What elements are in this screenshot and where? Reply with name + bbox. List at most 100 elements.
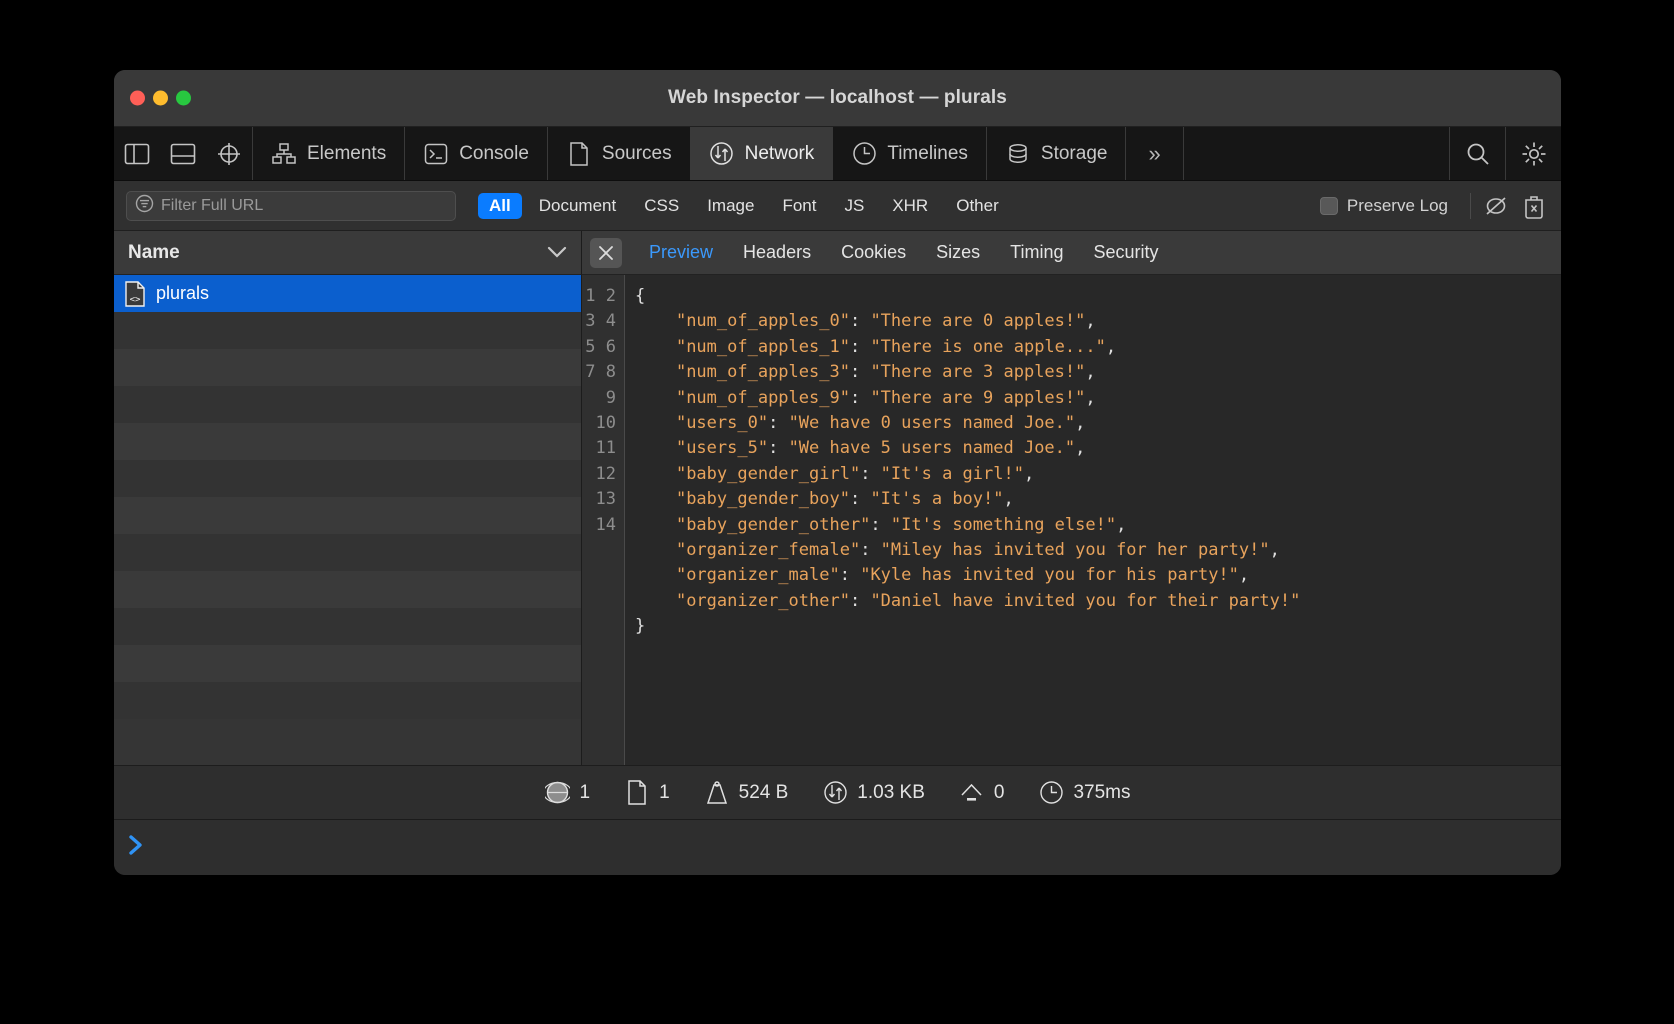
sidebar-column-header[interactable]: Name bbox=[114, 231, 581, 275]
tabbar-right-buttons bbox=[1449, 127, 1561, 180]
filter-type-image[interactable]: Image bbox=[696, 193, 765, 219]
tab-overflow-button[interactable]: » bbox=[1126, 127, 1183, 180]
list-item-empty bbox=[114, 534, 581, 571]
stat-value: 0 bbox=[994, 782, 1005, 804]
stat-value: 524 B bbox=[739, 782, 789, 804]
list-item-empty bbox=[114, 497, 581, 534]
transfer-icon bbox=[822, 780, 848, 806]
code-line: { bbox=[635, 284, 1561, 309]
close-icon[interactable] bbox=[590, 238, 622, 268]
code-line: "num_of_apples_3": "There are 3 apples!"… bbox=[635, 360, 1561, 385]
tab-label-sources: Sources bbox=[602, 143, 672, 165]
detail-tabbar: Preview Headers Cookies Sizes Timing Sec… bbox=[582, 231, 1561, 275]
titlebar: Web Inspector — localhost — plurals bbox=[114, 70, 1561, 127]
main-split-view: Name <> plurals bbox=[114, 231, 1561, 765]
code-line: "num_of_apples_9": "There are 9 apples!"… bbox=[635, 386, 1561, 411]
resources-sidebar: Name <> plurals bbox=[114, 231, 582, 765]
console-icon bbox=[423, 141, 449, 167]
clear-network-items-icon[interactable] bbox=[1519, 193, 1549, 219]
code-line: "organizer_male": "Kyle has invited you … bbox=[635, 563, 1561, 588]
stat-resource-count: 1 bbox=[544, 780, 590, 806]
filter-type-document[interactable]: Document bbox=[528, 193, 627, 219]
code-line: } bbox=[635, 614, 1561, 639]
code-viewer[interactable]: 1 2 3 4 5 6 7 8 9 10 11 12 13 14 { "num_… bbox=[582, 275, 1561, 765]
sidebar-column-header-label: Name bbox=[128, 242, 180, 264]
filter-type-all[interactable]: All bbox=[478, 193, 522, 219]
list-item-empty bbox=[114, 349, 581, 386]
tab-security[interactable]: Security bbox=[1078, 242, 1173, 263]
network-filter-bar: All Document CSS Image Font JS XHR Other… bbox=[114, 181, 1561, 231]
layout-buttons-group bbox=[114, 127, 253, 180]
list-item-empty bbox=[114, 608, 581, 645]
tab-elements[interactable]: Elements bbox=[253, 127, 405, 180]
filter-type-css[interactable]: CSS bbox=[633, 193, 690, 219]
document-icon bbox=[624, 780, 650, 806]
tab-storage[interactable]: Storage bbox=[987, 127, 1127, 180]
tab-cookies[interactable]: Cookies bbox=[826, 242, 921, 263]
dock-bottom-icon[interactable] bbox=[160, 127, 206, 180]
code-line: "users_5": "We have 5 users named Joe.", bbox=[635, 436, 1561, 461]
tab-timelines[interactable]: Timelines bbox=[833, 127, 987, 180]
stat-transfer-size: 1.03 KB bbox=[822, 780, 925, 806]
filter-type-xhr[interactable]: XHR bbox=[881, 193, 939, 219]
clock-icon bbox=[851, 141, 877, 167]
list-item-empty bbox=[114, 312, 581, 349]
filter-type-js[interactable]: JS bbox=[833, 193, 875, 219]
tab-label-storage: Storage bbox=[1041, 143, 1108, 165]
list-item-label: plurals bbox=[156, 283, 209, 304]
code-line: "organizer_female": "Miley has invited y… bbox=[635, 538, 1561, 563]
svg-text:<>: <> bbox=[130, 295, 141, 305]
tab-label-timelines: Timelines bbox=[887, 143, 968, 165]
tab-timing[interactable]: Timing bbox=[995, 242, 1078, 263]
tab-label-elements: Elements bbox=[307, 143, 386, 165]
code-line: "baby_gender_girl": "It's a girl!", bbox=[635, 462, 1561, 487]
tab-headers[interactable]: Headers bbox=[728, 242, 826, 263]
tab-console[interactable]: Console bbox=[405, 127, 548, 180]
code-line: "baby_gender_other": "It's something els… bbox=[635, 513, 1561, 538]
filter-type-other[interactable]: Other bbox=[945, 193, 1010, 219]
stat-value: 375ms bbox=[1073, 782, 1130, 804]
dock-side-icon[interactable] bbox=[114, 127, 160, 180]
stat-value: 1 bbox=[579, 782, 590, 804]
tab-network[interactable]: Network bbox=[691, 127, 834, 180]
resource-detail-panel: Preview Headers Cookies Sizes Timing Sec… bbox=[582, 231, 1561, 765]
console-prompt-bar[interactable] bbox=[114, 819, 1561, 875]
preserve-log-toggle[interactable]: Preserve Log bbox=[1320, 196, 1448, 216]
tabbar-spacer bbox=[1184, 127, 1449, 180]
code-line: "users_0": "We have 0 users named Joe.", bbox=[635, 411, 1561, 436]
filter-icon bbox=[135, 194, 154, 218]
list-item-empty bbox=[114, 460, 581, 497]
code-line: "num_of_apples_1": "There is one apple..… bbox=[635, 335, 1561, 360]
disable-network-icon[interactable] bbox=[1481, 193, 1511, 219]
preserve-log-checkbox[interactable] bbox=[1320, 197, 1338, 215]
tab-sizes[interactable]: Sizes bbox=[921, 242, 995, 263]
tab-label-console: Console bbox=[459, 143, 529, 165]
stat-load-time: 375ms bbox=[1038, 780, 1130, 806]
stat-value: 1.03 KB bbox=[857, 782, 925, 804]
list-item-empty bbox=[114, 386, 581, 423]
gear-icon[interactable] bbox=[1505, 127, 1561, 180]
network-icon bbox=[709, 141, 735, 167]
tab-overflow-label: » bbox=[1148, 141, 1160, 167]
tab-label-network: Network bbox=[745, 143, 815, 165]
filter-type-font[interactable]: Font bbox=[771, 193, 827, 219]
search-icon[interactable] bbox=[1449, 127, 1505, 180]
stat-value: 1 bbox=[659, 782, 670, 804]
network-statusbar: 1 1 524 B 1.03 KB 0 bbox=[114, 765, 1561, 819]
resource-list: <> plurals bbox=[114, 275, 581, 765]
document-code-icon: <> bbox=[124, 281, 146, 307]
tab-sources[interactable]: Sources bbox=[548, 127, 691, 180]
stat-resource-size: 524 B bbox=[704, 780, 789, 806]
inspector-tabbar: Elements Console Sources Network Timelin bbox=[114, 127, 1561, 181]
code-content[interactable]: { "num_of_apples_0": "There are 0 apples… bbox=[625, 275, 1561, 765]
inspect-element-icon[interactable] bbox=[206, 127, 252, 180]
list-item-plurals[interactable]: <> plurals bbox=[114, 275, 581, 312]
code-line: "baby_gender_boy": "It's a boy!", bbox=[635, 487, 1561, 512]
filter-input-wrapper[interactable] bbox=[126, 191, 456, 221]
tab-preview[interactable]: Preview bbox=[634, 242, 728, 263]
code-line: "num_of_apples_0": "There are 0 apples!"… bbox=[635, 309, 1561, 334]
search-input[interactable] bbox=[161, 197, 447, 215]
sources-icon bbox=[566, 141, 592, 167]
chevron-down-icon[interactable] bbox=[547, 242, 567, 264]
console-prompt-chevron-icon bbox=[128, 834, 144, 861]
